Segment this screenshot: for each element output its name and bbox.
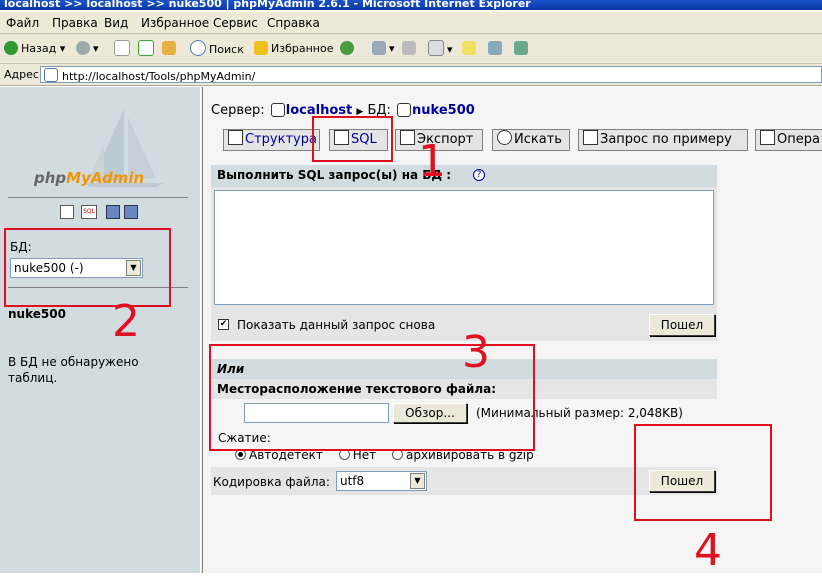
- edit-page-icon: [428, 40, 444, 56]
- address-input[interactable]: http://localhost/Tools/phpMyAdmin/: [40, 66, 822, 83]
- window-title: localhost >> localhost >> nuke500 | phpM…: [0, 0, 822, 10]
- favorites-label: Избранное: [271, 42, 334, 55]
- annotation-box-4: [634, 424, 772, 521]
- no-tables-text-2: таблиц.: [8, 371, 58, 385]
- research-button[interactable]: [514, 40, 531, 58]
- encoding-value: utf8: [340, 474, 365, 488]
- no-tables-text-1: В БД не обнаружено: [8, 355, 139, 369]
- menu-file[interactable]: Файл: [6, 16, 39, 30]
- page-icon: [44, 68, 58, 82]
- encoding-label: Кодировка файла:: [213, 475, 330, 489]
- mail-icon: [372, 41, 386, 55]
- show-query-checkbox[interactable]: ✔: [218, 319, 229, 330]
- annotation-box-2: [4, 228, 171, 307]
- menu-help[interactable]: Справка: [267, 16, 320, 30]
- home-button[interactable]: [162, 40, 179, 58]
- query-icon: [583, 130, 598, 145]
- tab-structure[interactable]: Структура: [223, 129, 320, 151]
- search-button[interactable]: Поиск: [190, 40, 244, 58]
- sql-header: Выполнить SQL запрос(ы) на БД : ?: [211, 165, 717, 187]
- search-label: Поиск: [209, 43, 244, 56]
- menu-bar: Файл Правка Вид Избранное Сервис Справка: [0, 12, 822, 34]
- show-query-label: Показать данный запрос снова: [237, 318, 436, 332]
- tab-structure-label: Структура: [245, 132, 317, 147]
- annotation-number-4: 4: [694, 525, 722, 576]
- back-label: Назад: [21, 42, 57, 55]
- tab-operations-label: Опера: [777, 132, 820, 147]
- home-icon: [162, 41, 176, 55]
- logo-myadmin-text: MyAdmin: [66, 169, 145, 187]
- phpmyadmin-logo[interactable]: phpMyAdmin: [34, 169, 144, 187]
- print-icon: [402, 41, 416, 55]
- sql-header-text: Выполнить SQL запрос(ы) на БД :: [217, 168, 452, 182]
- wrench-icon: [760, 130, 775, 145]
- tab-search-label: Искать: [514, 132, 562, 147]
- refresh-icon: [138, 40, 154, 56]
- tab-query-by-example[interactable]: Запрос по примеру: [578, 129, 748, 151]
- media-button[interactable]: [340, 40, 357, 58]
- docs-icon[interactable]: [124, 205, 138, 219]
- mail-button[interactable]: ▾: [372, 40, 395, 58]
- address-label: Адрес:: [4, 68, 43, 81]
- help-icon[interactable]: ?: [473, 169, 485, 181]
- menu-favorites[interactable]: Избранное: [141, 16, 209, 30]
- note-icon: [462, 41, 476, 55]
- annotation-box-1: [312, 116, 393, 162]
- annotation-number-1: 1: [418, 136, 446, 187]
- home-icon[interactable]: [60, 205, 74, 219]
- annotation-number-3: 3: [462, 327, 490, 378]
- annotation-number-2: 2: [112, 296, 140, 347]
- favorites-button[interactable]: Избранное: [254, 40, 333, 58]
- media-icon: [340, 41, 354, 55]
- refresh-button[interactable]: [138, 40, 157, 58]
- browser-toolbar: Назад ▾ ▾ Поиск Избранное ▾ ▾: [0, 34, 822, 64]
- database-icon: [397, 103, 412, 117]
- server-label: Сервер:: [211, 103, 265, 118]
- sql-textarea[interactable]: [214, 190, 714, 305]
- tab-query-label: Запрос по примеру: [600, 132, 732, 147]
- forward-button[interactable]: ▾: [76, 40, 99, 58]
- db-name[interactable]: nuke500: [8, 307, 66, 321]
- help-icon[interactable]: [106, 205, 120, 219]
- stop-icon: [114, 40, 130, 56]
- menu-view[interactable]: Вид: [104, 16, 128, 30]
- encoding-select[interactable]: utf8 ▼: [336, 471, 427, 491]
- tab-search[interactable]: Искать: [492, 129, 570, 151]
- search-icon: [497, 130, 512, 145]
- search-icon: [190, 40, 206, 56]
- address-bar: Адрес: http://localhost/Tools/phpMyAdmin…: [0, 64, 822, 86]
- menu-tools[interactable]: Сервис: [213, 16, 258, 30]
- tab-operations[interactable]: Опера: [755, 129, 822, 151]
- discuss-button[interactable]: [462, 40, 479, 58]
- sql-go-button[interactable]: Пошел: [649, 314, 715, 336]
- left-frame: phpMyAdmin SQL БД: nuke500 (-) ▼ nuke500…: [0, 87, 200, 573]
- address-url: http://localhost/Tools/phpMyAdmin/: [62, 70, 256, 83]
- back-button[interactable]: Назад ▾: [4, 40, 65, 58]
- db-link[interactable]: nuke500: [412, 103, 475, 118]
- research-icon: [514, 41, 528, 55]
- server-icon: [270, 103, 285, 117]
- print-button[interactable]: [402, 40, 419, 58]
- messenger-icon: [488, 41, 502, 55]
- forward-arrow-icon: [76, 41, 90, 55]
- export-icon: [400, 130, 415, 145]
- back-arrow-icon: [4, 41, 18, 55]
- sql-query-icon[interactable]: SQL: [81, 205, 97, 219]
- menu-edit[interactable]: Правка: [52, 16, 98, 30]
- messenger-button[interactable]: [488, 40, 505, 58]
- divider: [8, 197, 188, 198]
- logo-php-text: php: [34, 169, 67, 187]
- structure-icon: [228, 130, 243, 145]
- chevron-down-icon: ▼: [410, 473, 425, 489]
- star-icon: [254, 41, 268, 55]
- stop-button[interactable]: [114, 40, 133, 58]
- edit-button[interactable]: ▾: [428, 40, 453, 58]
